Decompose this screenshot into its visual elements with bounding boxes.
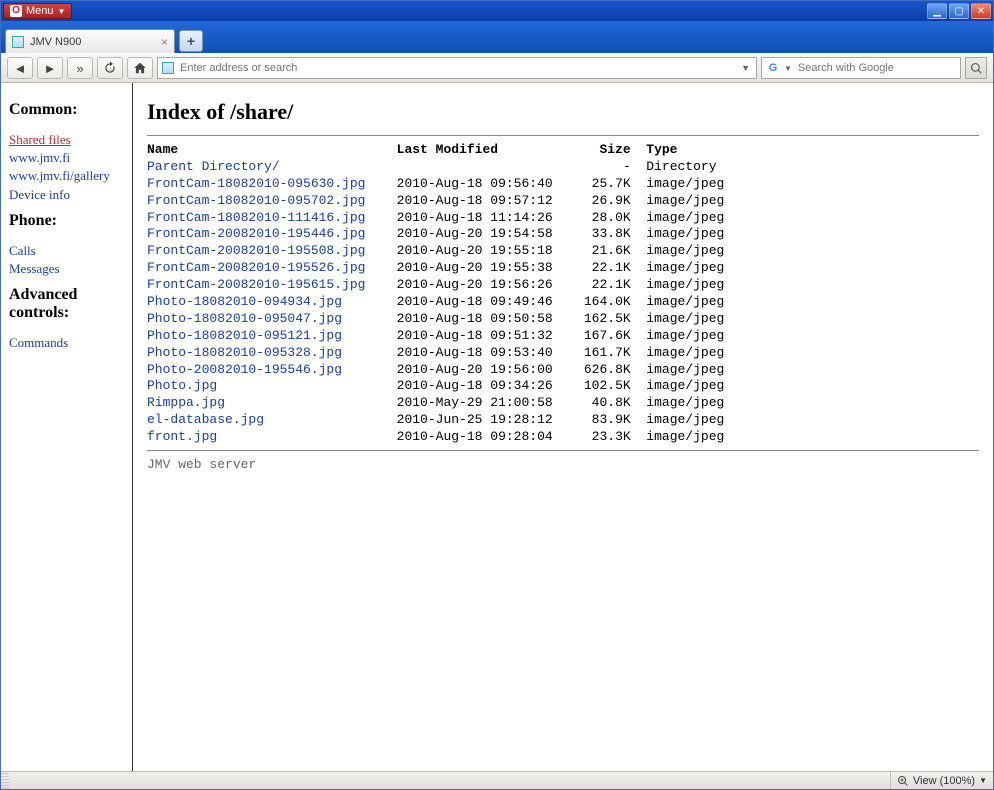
home-button[interactable] [127,57,153,79]
listing-row: Photo-20082010-195546.jpg 2010-Aug-20 19… [147,362,979,379]
listing-row: el-database.jpg 2010-Jun-25 19:28:12 83.… [147,412,979,429]
plus-icon: + [187,33,195,49]
file-link[interactable]: Photo.jpg [147,378,381,393]
sidebar-link[interactable]: Device info [9,186,124,204]
sidebar-link[interactable]: Messages [9,260,124,278]
listing-row: Photo-18082010-095047.jpg 2010-Aug-18 09… [147,311,979,328]
chevron-down-icon[interactable]: ▼ [784,64,792,73]
new-tab-button[interactable]: + [179,30,203,52]
opera-logo-icon: O [10,5,22,17]
window-maximize-button[interactable]: ▢ [949,3,969,19]
tab-title: JMV N900 [30,36,81,48]
close-icon: ✕ [977,6,985,17]
listing-row: Photo-18082010-095328.jpg 2010-Aug-18 09… [147,345,979,362]
listing-row: FrontCam-20082010-195615.jpg 2010-Aug-20… [147,277,979,294]
window-titlebar: O Menu ▼ ▁ ▢ ✕ [1,1,993,21]
file-link[interactable]: Photo-18082010-095121.jpg [147,328,381,343]
sidebar-heading: Phone: [9,212,124,230]
google-icon: G [766,61,780,75]
directory-listing: Name Last Modified Size TypeParent Direc… [147,142,979,446]
page-icon [12,36,24,48]
listing-row: Photo.jpg 2010-Aug-18 09:34:26 102.5K im… [147,378,979,395]
address-input[interactable] [178,59,735,77]
listing-row: Photo-18082010-095121.jpg 2010-Aug-18 09… [147,328,979,345]
listing-row: FrontCam-18082010-095630.jpg 2010-Aug-18… [147,176,979,193]
address-dropdown-button[interactable]: ▼ [739,63,752,73]
file-link[interactable]: el-database.jpg [147,412,381,427]
home-icon [133,61,147,75]
page-title: Index of /share/ [147,99,979,125]
sidebar-link[interactable]: www.jmv.fi [9,149,124,167]
listing-row: FrontCam-18082010-111416.jpg 2010-Aug-18… [147,210,979,227]
file-link[interactable]: FrontCam-20082010-195508.jpg [147,243,381,258]
file-link[interactable]: Rimppa.jpg [147,395,381,410]
app-menu-button[interactable]: O Menu ▼ [3,3,72,19]
sidebar-heading: Common: [9,101,124,119]
zoom-label: View (100%) [913,775,975,787]
file-link[interactable]: FrontCam-18082010-095630.jpg [147,176,381,191]
parent-directory-link[interactable]: Parent Directory/ [147,159,381,174]
main-pane: Index of /share/ Name Last Modified Size… [133,83,993,771]
tab-close-button[interactable]: × [161,35,168,49]
sidebar-link[interactable]: Shared files [9,131,124,149]
reload-button[interactable] [97,57,123,79]
zoom-control[interactable]: View (100%) ▼ [890,772,993,789]
listing-row: Rimppa.jpg 2010-May-29 21:00:58 40.8K im… [147,395,979,412]
sidebar-link[interactable]: Commands [9,334,124,352]
file-link[interactable]: FrontCam-20082010-195526.jpg [147,260,381,275]
fast-forward-icon: » [76,61,83,76]
sidebar-link[interactable]: Calls [9,242,124,260]
page-icon [162,62,174,74]
search-bar[interactable]: G ▼ [761,57,961,79]
listing-row: FrontCam-20082010-195508.jpg 2010-Aug-20… [147,243,979,260]
file-link[interactable]: FrontCam-18082010-095702.jpg [147,193,381,208]
reload-icon [103,61,117,75]
file-link[interactable]: FrontCam-20082010-195446.jpg [147,226,381,241]
file-link[interactable]: front.jpg [147,429,381,444]
server-footer: JMV web server [147,457,979,472]
listing-row: Parent Directory/ - Directory [147,159,979,176]
window-minimize-button[interactable]: ▁ [927,3,947,19]
divider [147,450,979,451]
file-link[interactable]: Photo-18082010-095328.jpg [147,345,381,360]
search-icon [970,62,983,75]
search-button[interactable] [965,57,987,79]
window-close-button[interactable]: ✕ [971,3,991,19]
minimize-icon: ▁ [933,6,941,17]
status-bar: View (100%) ▼ [1,771,993,789]
sidebar-link[interactable]: www.jmv.fi/gallery [9,167,124,185]
content-area: Common: Shared fileswww.jmv.fiwww.jmv.fi/… [1,83,993,771]
tab-strip: JMV N900 × + [1,21,993,53]
chevron-down-icon: ▼ [979,776,987,785]
address-bar[interactable]: ▼ [157,57,757,79]
back-button[interactable]: ◄ [7,57,33,79]
browser-tab[interactable]: JMV N900 × [5,29,175,53]
sidebar-heading: Advanced controls: [9,286,124,322]
listing-row: Photo-18082010-094934.jpg 2010-Aug-18 09… [147,294,979,311]
listing-header: Name Last Modified Size Type [147,142,979,159]
file-link[interactable]: FrontCam-18082010-111416.jpg [147,210,381,225]
fast-forward-button[interactable]: » [67,57,93,79]
sidebar: Common: Shared fileswww.jmv.fiwww.jmv.fi/… [1,83,133,771]
search-input[interactable] [796,59,956,77]
file-link[interactable]: Photo-20082010-195546.jpg [147,362,381,377]
maximize-icon: ▢ [954,6,963,17]
forward-button[interactable]: ► [37,57,63,79]
listing-row: FrontCam-18082010-095702.jpg 2010-Aug-18… [147,193,979,210]
navigation-toolbar: ◄ ► » ▼ G ▼ [1,53,993,83]
divider [147,135,979,136]
menu-label: Menu [26,5,54,17]
file-link[interactable]: Photo-18082010-094934.jpg [147,294,381,309]
listing-row: FrontCam-20082010-195446.jpg 2010-Aug-20… [147,226,979,243]
statusbar-grip [1,772,9,789]
arrow-right-icon: ► [44,61,57,76]
zoom-icon [897,775,909,787]
listing-row: front.jpg 2010-Aug-18 09:28:04 23.3K ima… [147,429,979,446]
listing-row: FrontCam-20082010-195526.jpg 2010-Aug-20… [147,260,979,277]
file-link[interactable]: FrontCam-20082010-195615.jpg [147,277,381,292]
arrow-left-icon: ◄ [14,61,27,76]
file-link[interactable]: Photo-18082010-095047.jpg [147,311,381,326]
chevron-down-icon: ▼ [58,7,66,16]
